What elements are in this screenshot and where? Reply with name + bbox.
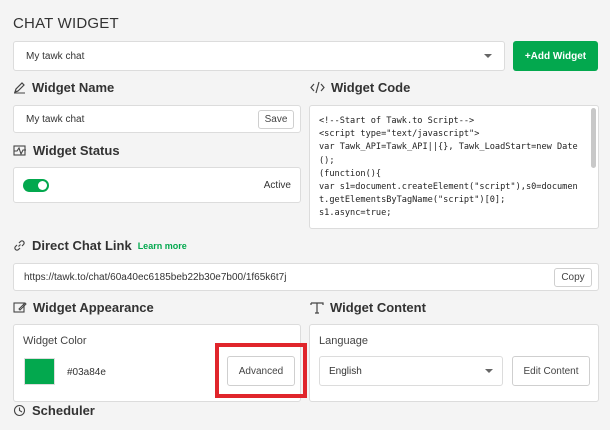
edit-content-button[interactable]: Edit Content: [512, 356, 590, 386]
text-icon: [310, 302, 324, 314]
widget-code-title: Widget Code: [331, 80, 411, 95]
direct-link-url[interactable]: https://tawk.to/chat/60a40ec6185beb22b30…: [24, 272, 286, 283]
save-button[interactable]: Save: [258, 109, 294, 129]
widget-select[interactable]: My tawk chat: [13, 41, 505, 71]
chevron-down-icon: [485, 369, 493, 373]
content-heading: Widget Content: [310, 300, 426, 315]
status-text: Active: [263, 179, 291, 191]
appearance-title: Widget Appearance: [33, 300, 154, 315]
pencil-icon: [14, 82, 25, 94]
learn-more-link[interactable]: Learn more: [138, 241, 187, 251]
copy-button[interactable]: Copy: [554, 267, 592, 287]
widget-name-heading: Widget Name: [13, 80, 114, 95]
scheduler-title: Scheduler: [32, 403, 95, 418]
content-panel: Language English Edit Content: [309, 324, 599, 402]
link-icon: [14, 240, 25, 251]
toggle-knob: [38, 180, 47, 190]
chevron-down-icon: [484, 54, 492, 58]
scheduler-heading: Scheduler: [13, 403, 95, 418]
direct-link-heading: Direct Chat Link Learn more: [13, 238, 187, 253]
widget-status-heading: Widget Status: [13, 143, 120, 158]
widget-color-label: Widget Color: [23, 335, 87, 347]
status-toggle[interactable]: [23, 178, 49, 192]
highlight-box: [215, 343, 307, 398]
widget-code-text[interactable]: <!--Start of Tawk.to Script--> <script t…: [319, 115, 584, 221]
language-value: English: [329, 365, 362, 377]
content-title: Widget Content: [330, 300, 426, 315]
add-widget-button[interactable]: +Add Widget: [513, 41, 598, 71]
widget-name-field[interactable]: My tawk chat Save: [13, 105, 301, 133]
color-swatch[interactable]: [24, 358, 55, 385]
appearance-icon: [13, 302, 27, 313]
code-scrollbar[interactable]: [591, 108, 596, 168]
appearance-heading: Widget Appearance: [13, 300, 154, 315]
color-hex-value: #03a84e: [67, 367, 106, 378]
clock-icon: [13, 404, 26, 417]
widget-status-panel: Active: [13, 167, 301, 203]
pulse-icon: [13, 145, 26, 156]
code-icon: [310, 81, 325, 94]
widget-name-title: Widget Name: [32, 80, 115, 95]
page-title: CHAT WIDGET: [13, 15, 119, 32]
widget-name-input[interactable]: My tawk chat: [26, 114, 84, 125]
widget-code-heading: Widget Code: [310, 80, 410, 95]
direct-link-title: Direct Chat Link: [32, 238, 132, 253]
direct-link-field[interactable]: https://tawk.to/chat/60a40ec6185beb22b30…: [13, 263, 599, 291]
widget-code-panel[interactable]: <!--Start of Tawk.to Script--> <script t…: [309, 105, 599, 229]
widget-select-value: My tawk chat: [26, 50, 85, 62]
language-select[interactable]: English: [319, 356, 503, 386]
language-label: Language: [319, 335, 368, 347]
widget-status-title: Widget Status: [33, 143, 120, 158]
